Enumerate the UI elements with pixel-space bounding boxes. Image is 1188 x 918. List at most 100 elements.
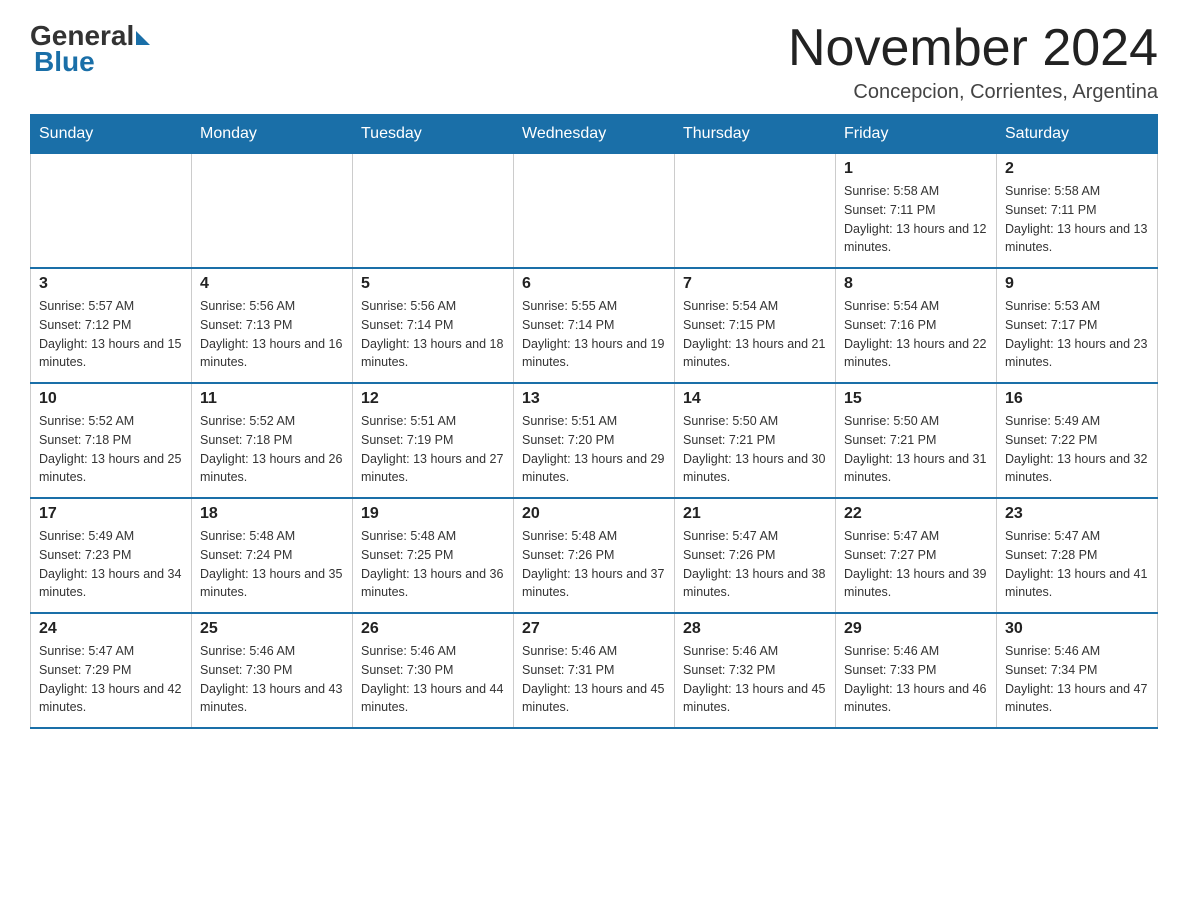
day-info: Sunrise: 5:51 AMSunset: 7:20 PMDaylight:… [522, 412, 666, 487]
calendar-cell: 4 Sunrise: 5:56 AMSunset: 7:13 PMDaylight… [192, 268, 353, 383]
calendar-cell: 28 Sunrise: 5:46 AMSunset: 7:32 PMDayligh… [675, 613, 836, 728]
header: General Blue November 2024 Concepcion, C… [30, 20, 1158, 104]
calendar-cell [514, 154, 675, 269]
day-info: Sunrise: 5:54 AMSunset: 7:16 PMDaylight:… [844, 297, 988, 372]
day-number: 13 [522, 390, 666, 408]
calendar-cell: 23 Sunrise: 5:47 AMSunset: 7:28 PMDayligh… [997, 498, 1158, 613]
calendar-cell: 21 Sunrise: 5:47 AMSunset: 7:26 PMDayligh… [675, 498, 836, 613]
day-info: Sunrise: 5:58 AMSunset: 7:11 PMDaylight:… [844, 182, 988, 257]
day-info: Sunrise: 5:48 AMSunset: 7:26 PMDaylight:… [522, 527, 666, 602]
week-row-2: 3 Sunrise: 5:57 AMSunset: 7:12 PMDaylight… [31, 268, 1158, 383]
calendar-cell: 13 Sunrise: 5:51 AMSunset: 7:20 PMDayligh… [514, 383, 675, 498]
day-number: 2 [1005, 160, 1149, 178]
day-info: Sunrise: 5:48 AMSunset: 7:25 PMDaylight:… [361, 527, 505, 602]
weekday-header-row: SundayMondayTuesdayWednesdayThursdayFrid… [31, 115, 1158, 154]
day-number: 28 [683, 620, 827, 638]
page-subtitle: Concepcion, Corrientes, Argentina [788, 81, 1158, 104]
weekday-header-monday: Monday [192, 115, 353, 154]
day-info: Sunrise: 5:46 AMSunset: 7:32 PMDaylight:… [683, 642, 827, 717]
day-info: Sunrise: 5:52 AMSunset: 7:18 PMDaylight:… [39, 412, 183, 487]
calendar-header: SundayMondayTuesdayWednesdayThursdayFrid… [31, 115, 1158, 154]
calendar-cell: 20 Sunrise: 5:48 AMSunset: 7:26 PMDayligh… [514, 498, 675, 613]
day-number: 22 [844, 505, 988, 523]
day-number: 5 [361, 275, 505, 293]
day-number: 12 [361, 390, 505, 408]
day-number: 29 [844, 620, 988, 638]
day-number: 23 [1005, 505, 1149, 523]
day-number: 6 [522, 275, 666, 293]
calendar-cell [192, 154, 353, 269]
day-number: 9 [1005, 275, 1149, 293]
calendar-cell: 6 Sunrise: 5:55 AMSunset: 7:14 PMDaylight… [514, 268, 675, 383]
calendar-cell: 16 Sunrise: 5:49 AMSunset: 7:22 PMDayligh… [997, 383, 1158, 498]
calendar-cell: 19 Sunrise: 5:48 AMSunset: 7:25 PMDayligh… [353, 498, 514, 613]
week-row-1: 1 Sunrise: 5:58 AMSunset: 7:11 PMDaylight… [31, 154, 1158, 269]
day-number: 7 [683, 275, 827, 293]
day-number: 17 [39, 505, 183, 523]
day-number: 19 [361, 505, 505, 523]
day-info: Sunrise: 5:49 AMSunset: 7:23 PMDaylight:… [39, 527, 183, 602]
calendar-cell: 3 Sunrise: 5:57 AMSunset: 7:12 PMDaylight… [31, 268, 192, 383]
day-info: Sunrise: 5:48 AMSunset: 7:24 PMDaylight:… [200, 527, 344, 602]
day-info: Sunrise: 5:55 AMSunset: 7:14 PMDaylight:… [522, 297, 666, 372]
calendar-table: SundayMondayTuesdayWednesdayThursdayFrid… [30, 114, 1158, 729]
calendar-cell: 10 Sunrise: 5:52 AMSunset: 7:18 PMDayligh… [31, 383, 192, 498]
calendar-cell: 11 Sunrise: 5:52 AMSunset: 7:18 PMDayligh… [192, 383, 353, 498]
day-info: Sunrise: 5:47 AMSunset: 7:26 PMDaylight:… [683, 527, 827, 602]
day-info: Sunrise: 5:56 AMSunset: 7:14 PMDaylight:… [361, 297, 505, 372]
day-number: 16 [1005, 390, 1149, 408]
day-number: 20 [522, 505, 666, 523]
day-info: Sunrise: 5:47 AMSunset: 7:28 PMDaylight:… [1005, 527, 1149, 602]
calendar-cell: 7 Sunrise: 5:54 AMSunset: 7:15 PMDaylight… [675, 268, 836, 383]
day-info: Sunrise: 5:47 AMSunset: 7:27 PMDaylight:… [844, 527, 988, 602]
calendar-body: 1 Sunrise: 5:58 AMSunset: 7:11 PMDaylight… [31, 154, 1158, 729]
week-row-5: 24Sunrise: 5:47 AMSunset: 7:29 PMDayligh… [31, 613, 1158, 728]
calendar-cell: 22 Sunrise: 5:47 AMSunset: 7:27 PMDayligh… [836, 498, 997, 613]
day-number: 14 [683, 390, 827, 408]
day-number: 11 [200, 390, 344, 408]
calendar-cell: 5 Sunrise: 5:56 AMSunset: 7:14 PMDaylight… [353, 268, 514, 383]
day-number: 10 [39, 390, 183, 408]
calendar-cell: 26Sunrise: 5:46 AMSunset: 7:30 PMDayligh… [353, 613, 514, 728]
calendar-cell: 17 Sunrise: 5:49 AMSunset: 7:23 PMDayligh… [31, 498, 192, 613]
calendar-cell: 14 Sunrise: 5:50 AMSunset: 7:21 PMDayligh… [675, 383, 836, 498]
day-info: Sunrise: 5:53 AMSunset: 7:17 PMDaylight:… [1005, 297, 1149, 372]
week-row-4: 17 Sunrise: 5:49 AMSunset: 7:23 PMDayligh… [31, 498, 1158, 613]
day-info: Sunrise: 5:56 AMSunset: 7:13 PMDaylight:… [200, 297, 344, 372]
day-info: Sunrise: 5:46 AMSunset: 7:34 PMDaylight:… [1005, 642, 1149, 717]
day-number: 4 [200, 275, 344, 293]
day-number: 21 [683, 505, 827, 523]
day-number: 27 [522, 620, 666, 638]
day-info: Sunrise: 5:57 AMSunset: 7:12 PMDaylight:… [39, 297, 183, 372]
day-number: 3 [39, 275, 183, 293]
day-info: Sunrise: 5:49 AMSunset: 7:22 PMDaylight:… [1005, 412, 1149, 487]
title-area: November 2024 Concepcion, Corrientes, Ar… [788, 20, 1158, 104]
day-info: Sunrise: 5:46 AMSunset: 7:30 PMDaylight:… [361, 642, 505, 717]
calendar-cell [31, 154, 192, 269]
day-info: Sunrise: 5:46 AMSunset: 7:30 PMDaylight:… [200, 642, 344, 717]
day-number: 1 [844, 160, 988, 178]
week-row-3: 10 Sunrise: 5:52 AMSunset: 7:18 PMDayligh… [31, 383, 1158, 498]
calendar-cell: 1 Sunrise: 5:58 AMSunset: 7:11 PMDaylight… [836, 154, 997, 269]
day-info: Sunrise: 5:50 AMSunset: 7:21 PMDaylight:… [844, 412, 988, 487]
day-number: 24 [39, 620, 183, 638]
calendar-cell: 8 Sunrise: 5:54 AMSunset: 7:16 PMDaylight… [836, 268, 997, 383]
calendar-cell: 2Sunrise: 5:58 AMSunset: 7:11 PMDaylight… [997, 154, 1158, 269]
weekday-header-wednesday: Wednesday [514, 115, 675, 154]
day-info: Sunrise: 5:46 AMSunset: 7:33 PMDaylight:… [844, 642, 988, 717]
calendar-cell: 15 Sunrise: 5:50 AMSunset: 7:21 PMDayligh… [836, 383, 997, 498]
day-number: 8 [844, 275, 988, 293]
day-number: 25 [200, 620, 344, 638]
calendar-cell: 25 Sunrise: 5:46 AMSunset: 7:30 PMDayligh… [192, 613, 353, 728]
day-info: Sunrise: 5:52 AMSunset: 7:18 PMDaylight:… [200, 412, 344, 487]
calendar-cell: 30Sunrise: 5:46 AMSunset: 7:34 PMDayligh… [997, 613, 1158, 728]
day-number: 15 [844, 390, 988, 408]
calendar-cell: 9 Sunrise: 5:53 AMSunset: 7:17 PMDaylight… [997, 268, 1158, 383]
logo-blue-text: Blue [34, 46, 95, 78]
day-info: Sunrise: 5:46 AMSunset: 7:31 PMDaylight:… [522, 642, 666, 717]
day-info: Sunrise: 5:50 AMSunset: 7:21 PMDaylight:… [683, 412, 827, 487]
weekday-header-thursday: Thursday [675, 115, 836, 154]
weekday-header-sunday: Sunday [31, 115, 192, 154]
logo-arrow-icon [136, 31, 150, 45]
day-info: Sunrise: 5:54 AMSunset: 7:15 PMDaylight:… [683, 297, 827, 372]
